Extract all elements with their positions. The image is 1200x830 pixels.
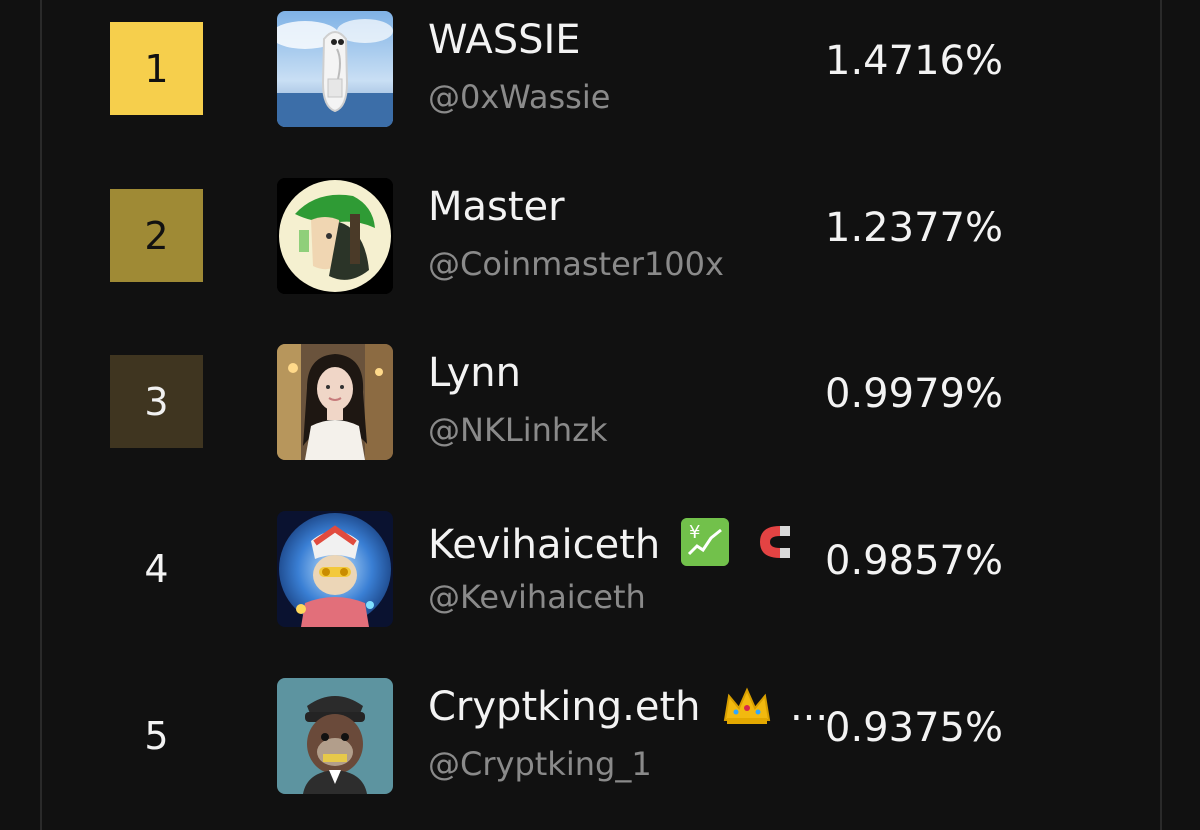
- user-name[interactable]: Kevihaiceth ¥: [428, 518, 798, 567]
- leaderboard-row[interactable]: 2 Master @Coinmaster100x 1.2377%: [0, 178, 1200, 329]
- wassie-avatar[interactable]: [277, 11, 393, 127]
- name-ellipsis: ...: [789, 684, 829, 730]
- share-percent: 0.9979%: [825, 371, 1003, 417]
- share-percent: 0.9375%: [825, 705, 1003, 751]
- user-name[interactable]: WASSIE: [428, 18, 581, 62]
- crown-icon: [721, 686, 773, 726]
- user-handle[interactable]: @Coinmaster100x: [428, 245, 724, 283]
- share-percent: 0.9857%: [825, 538, 1003, 584]
- chart-up-yen-icon: ¥: [680, 518, 729, 566]
- svg-text:¥: ¥: [689, 522, 700, 543]
- leaderboard-row[interactable]: 3 Lynn @NKLinhzk 0.9979%: [0, 344, 1200, 495]
- rank-label: 5: [144, 713, 169, 758]
- rank-label: 4: [144, 546, 169, 591]
- lynn-avatar[interactable]: [277, 344, 393, 460]
- rank-badge: 3: [110, 355, 203, 448]
- user-handle[interactable]: @0xWassie: [428, 78, 610, 116]
- user-name[interactable]: Master: [428, 185, 565, 229]
- cryptking-avatar[interactable]: [277, 678, 393, 794]
- user-handle[interactable]: @NKLinhzk: [428, 411, 608, 449]
- share-percent: 1.2377%: [825, 205, 1003, 251]
- leaderboard-row[interactable]: 4 Kevihaiceth ¥ @Kevihaiceth 0.9857%: [0, 511, 1200, 662]
- leaderboard-row[interactable]: 1 WASSIE @0xWassie 1.4716%: [0, 11, 1200, 162]
- magnet-icon: [750, 518, 798, 566]
- share-percent: 1.4716%: [825, 38, 1003, 84]
- user-handle[interactable]: @Kevihaiceth: [428, 578, 646, 616]
- user-name-text: Kevihaiceth: [428, 522, 661, 568]
- rank-badge: 2: [110, 189, 203, 282]
- leaderboard-row[interactable]: 5 Cryptking.eth ... @Cryptking_1 0.9375%: [0, 678, 1200, 829]
- kevihaiceth-avatar[interactable]: [277, 511, 393, 627]
- master-avatar[interactable]: [277, 178, 393, 294]
- user-name[interactable]: Lynn: [428, 351, 521, 395]
- rank-badge: 1: [110, 22, 203, 115]
- user-name[interactable]: Cryptking.eth ...: [428, 685, 828, 729]
- user-handle[interactable]: @Cryptking_1: [428, 745, 652, 783]
- user-name-text: Cryptking.eth: [428, 684, 701, 730]
